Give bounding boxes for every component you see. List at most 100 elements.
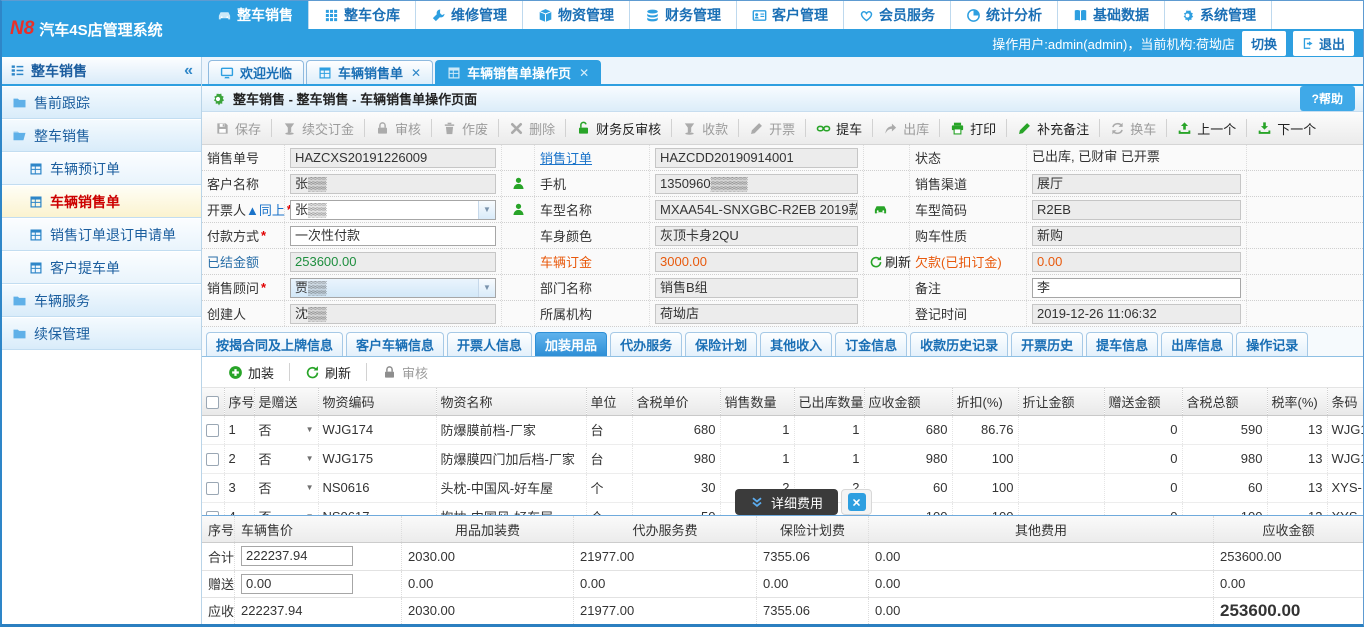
accessories-toolbar-button[interactable]: 审核 bbox=[368, 363, 442, 382]
row-checkbox[interactable] bbox=[206, 511, 219, 515]
select-field[interactable]: 张▒▒▼ bbox=[290, 200, 496, 220]
top-nav-item[interactable]: 基础数据 bbox=[1058, 1, 1165, 29]
sidebar-item[interactable]: 车辆销售单 bbox=[2, 185, 201, 218]
top-nav-item[interactable]: 物资管理 bbox=[523, 1, 630, 29]
accessories-toolbar-button[interactable]: 加装 bbox=[214, 363, 288, 382]
toolbar-button[interactable]: 保存 bbox=[206, 116, 270, 140]
popup-close-button[interactable] bbox=[848, 493, 866, 511]
detail-tab[interactable]: 开票历史 bbox=[1011, 332, 1083, 356]
detail-tab[interactable]: 代办服务 bbox=[610, 332, 682, 356]
refresh-button[interactable]: 刷新 bbox=[869, 252, 911, 271]
row-checkbox[interactable] bbox=[206, 424, 219, 437]
detail-tab[interactable]: 出库信息 bbox=[1161, 332, 1233, 356]
heart-icon bbox=[859, 8, 874, 23]
total-receivable-value: 253600.00 bbox=[1220, 601, 1300, 621]
toolbar-button[interactable]: 续交订金 bbox=[273, 116, 363, 140]
select-all-checkbox[interactable] bbox=[206, 396, 219, 409]
toolbar-button[interactable]: 审核 bbox=[366, 116, 430, 140]
vehicle-price-input[interactable]: 222237.94 bbox=[241, 546, 353, 566]
trash-icon bbox=[442, 121, 457, 136]
sidebar-item[interactable]: 整车销售 bbox=[2, 119, 201, 152]
detail-tab[interactable]: 操作记录 bbox=[1236, 332, 1308, 356]
doc-tab[interactable]: 欢迎光临 bbox=[208, 60, 304, 84]
same-as-above-link[interactable]: ▲同上 bbox=[246, 200, 285, 219]
top-nav-item[interactable]: 财务管理 bbox=[630, 1, 737, 29]
field-label: 销售单号 bbox=[202, 145, 285, 170]
toolbar-separator bbox=[364, 119, 365, 137]
top-nav-item[interactable]: 客户管理 bbox=[737, 1, 844, 29]
discount-cell: 100 bbox=[952, 473, 1018, 502]
toolbar-button[interactable]: 财务反审核 bbox=[567, 116, 670, 140]
input-field[interactable]: 李 bbox=[1032, 278, 1241, 298]
top-nav-item[interactable]: 统计分析 bbox=[951, 1, 1058, 29]
detail-tab[interactable]: 其他收入 bbox=[760, 332, 832, 356]
toolbar-button[interactable]: 补充备注 bbox=[1008, 116, 1098, 140]
top-nav-item[interactable]: 维修管理 bbox=[416, 1, 523, 29]
gift-select[interactable]: 否▼ bbox=[259, 449, 314, 468]
gift-select[interactable]: 否▼ bbox=[259, 507, 314, 515]
detail-tab[interactable]: 客户车辆信息 bbox=[346, 332, 444, 356]
funnel-icon bbox=[682, 121, 697, 136]
double-chevron-down-icon bbox=[750, 495, 764, 509]
toolbar-button[interactable]: 打印 bbox=[941, 116, 1005, 140]
doc-tab[interactable]: 车辆销售单操作页✕ bbox=[435, 60, 601, 84]
accessory-row[interactable]: 2否▼WJG175防爆膜四门加后档-厂家台98011980100098013WJ… bbox=[202, 444, 1363, 473]
sidebar-collapse-button[interactable]: « bbox=[184, 62, 193, 80]
toolbar-button[interactable]: 换车 bbox=[1101, 116, 1165, 140]
column-header: 销售数量 bbox=[720, 388, 794, 415]
detail-tab[interactable]: 订金信息 bbox=[835, 332, 907, 356]
detail-tab[interactable]: 保险计划 bbox=[685, 332, 757, 356]
sidebar-item[interactable]: 销售订单退订申请单 bbox=[2, 218, 201, 251]
gift-amount-cell: 0 bbox=[1104, 415, 1182, 444]
unit-cell: 个 bbox=[586, 473, 632, 502]
gift-select[interactable]: 否▼ bbox=[259, 420, 314, 439]
top-nav-item[interactable]: 整车销售 bbox=[202, 1, 309, 29]
logout-button[interactable]: 退出 bbox=[1293, 31, 1354, 56]
doc-tab[interactable]: 车辆销售单✕ bbox=[306, 60, 433, 84]
accessories-toolbar-button[interactable]: 刷新 bbox=[291, 363, 365, 382]
help-button[interactable]: ?帮助 bbox=[1300, 86, 1355, 111]
detail-fee-toggle[interactable]: 详细费用 bbox=[735, 489, 838, 515]
field-label: 客户名称 bbox=[202, 171, 285, 196]
tab-close-icon[interactable]: ✕ bbox=[411, 66, 421, 80]
toolbar-button[interactable]: 收款 bbox=[673, 116, 737, 140]
toolbar-button[interactable]: 提车 bbox=[807, 116, 871, 140]
sales-order-link[interactable]: 销售订单 bbox=[540, 148, 592, 167]
toolbar-button[interactable]: 开票 bbox=[740, 116, 804, 140]
detail-tab[interactable]: 加装用品 bbox=[535, 332, 607, 356]
toolbar-button[interactable]: 删除 bbox=[500, 116, 564, 140]
row-checkbox[interactable] bbox=[206, 453, 219, 466]
input-field[interactable]: 一次性付款 bbox=[290, 226, 496, 246]
top-nav-item[interactable]: 系统管理 bbox=[1165, 1, 1272, 29]
sidebar-item[interactable]: 车辆服务 bbox=[2, 284, 201, 317]
gift-select[interactable]: 否▼ bbox=[259, 478, 314, 497]
top-nav-item[interactable]: 会员服务 bbox=[844, 1, 951, 29]
detail-tab[interactable]: 提车信息 bbox=[1086, 332, 1158, 356]
sidebar-item[interactable]: 客户提车单 bbox=[2, 251, 201, 284]
readonly-field: MXAA54L-SNXGBC-R2EB 2019款 ( bbox=[655, 200, 858, 220]
allowance-cell bbox=[1018, 502, 1104, 515]
detail-tab[interactable]: 收款历史记录 bbox=[910, 332, 1008, 356]
pencil-icon bbox=[749, 121, 764, 136]
sidebar-item[interactable]: 售前跟踪 bbox=[2, 86, 201, 119]
detail-tab-label: 开票人信息 bbox=[457, 335, 522, 354]
tab-close-icon[interactable]: ✕ bbox=[579, 66, 589, 80]
switch-org-button[interactable]: 切换 bbox=[1242, 31, 1286, 56]
select-field[interactable]: 贾▒▒▼ bbox=[290, 278, 496, 298]
toolbar-button[interactable]: 上一个 bbox=[1168, 116, 1245, 140]
vehicle-price-input[interactable]: 0.00 bbox=[241, 574, 353, 594]
save-icon bbox=[215, 121, 230, 136]
row-checkbox[interactable] bbox=[206, 482, 219, 495]
field-value-cell: HAZCXS20191226009 bbox=[285, 145, 502, 170]
sidebar-item[interactable]: 车辆预订单 bbox=[2, 152, 201, 185]
toolbar-button[interactable]: 下一个 bbox=[1248, 116, 1325, 140]
toolbar-button[interactable]: 出库 bbox=[874, 116, 938, 140]
detail-tab[interactable]: 按揭合同及上牌信息 bbox=[206, 332, 343, 356]
accessory-row[interactable]: 1否▼WJG174防爆膜前档-厂家台6801168086.76059013WJG… bbox=[202, 415, 1363, 444]
refresh-icon bbox=[305, 365, 320, 380]
form-row: 销售单号HAZCXS20191226009销售订单HAZCDD201909140… bbox=[202, 145, 1363, 171]
top-nav-item[interactable]: 整车仓库 bbox=[309, 1, 416, 29]
toolbar-button[interactable]: 作废 bbox=[433, 116, 497, 140]
sidebar-item[interactable]: 续保管理 bbox=[2, 317, 201, 350]
detail-tab[interactable]: 开票人信息 bbox=[447, 332, 532, 356]
